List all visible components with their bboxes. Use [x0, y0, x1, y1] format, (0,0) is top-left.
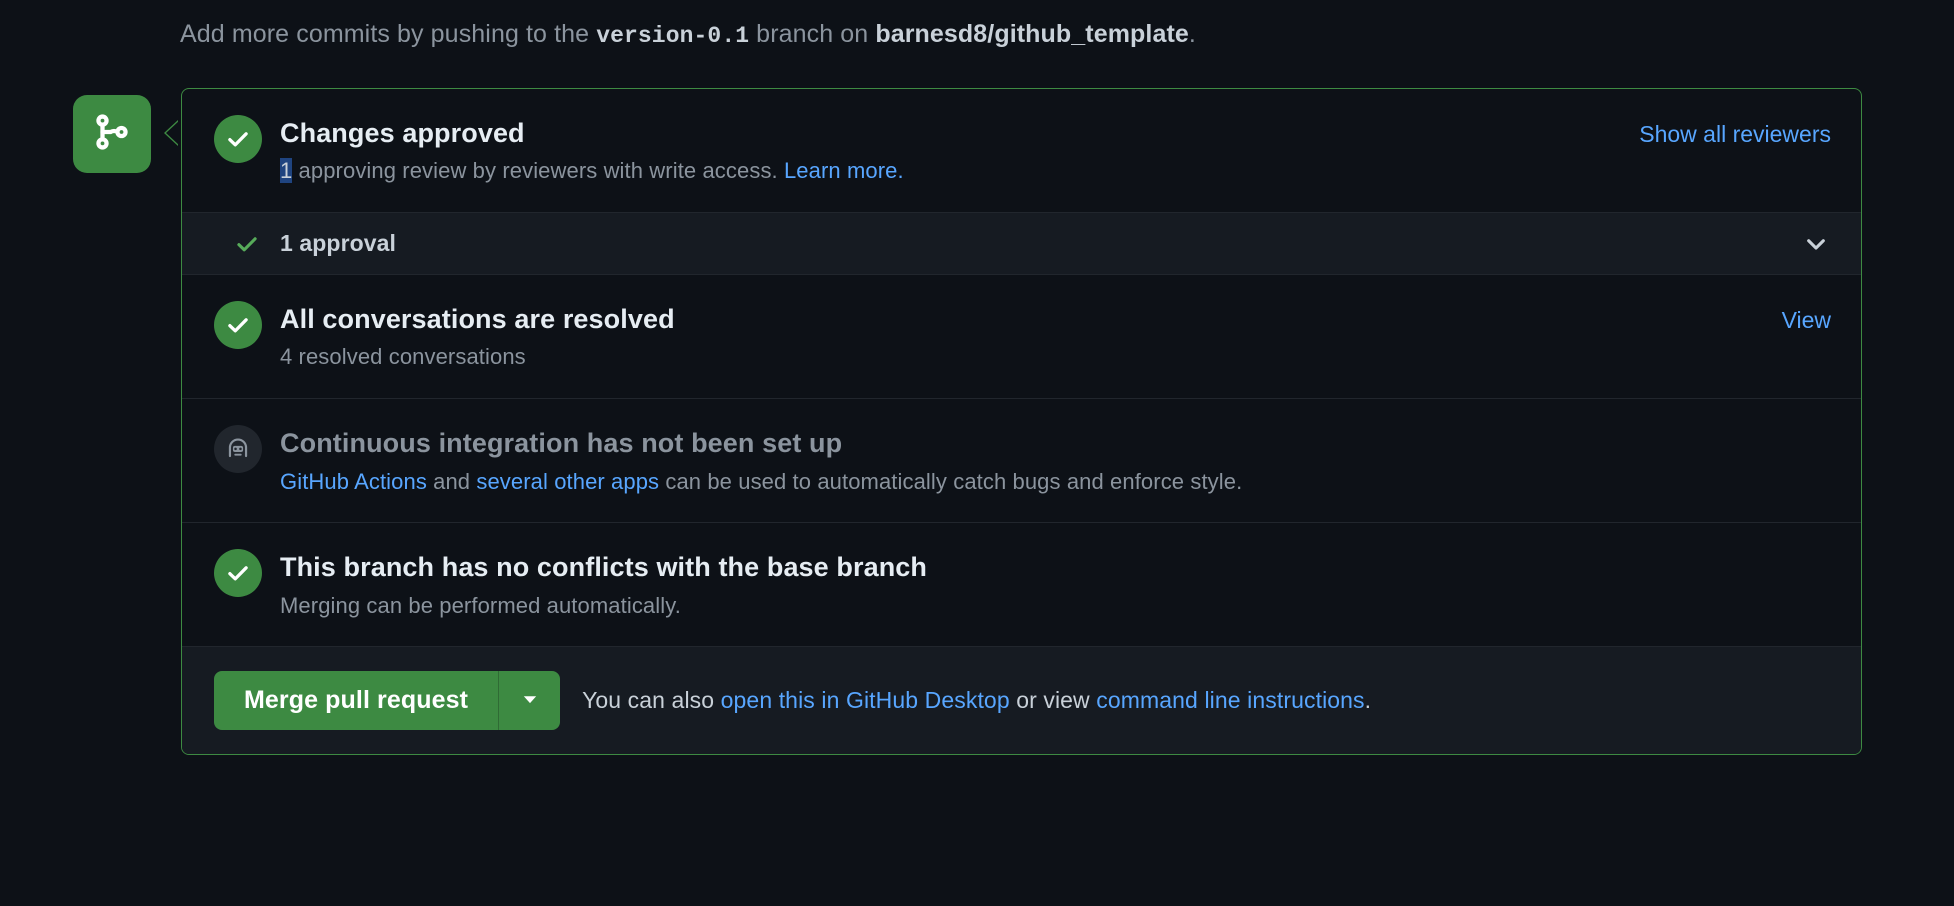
hint-suffix: .: [1188, 20, 1196, 48]
robot-icon: [214, 425, 262, 474]
conflicts-body: This branch has no conflicts with the ba…: [280, 549, 1831, 620]
ci-title: Continuous integration has not been set …: [280, 428, 843, 459]
pull-request-merge-box-page: Add more commits by pushing to the versi…: [0, 0, 1954, 906]
ci-body: Continuous integration has not been set …: [280, 425, 1831, 496]
approval-summary-row[interactable]: 1 approval: [182, 212, 1861, 275]
repository-name: barnesd8/github_template: [875, 20, 1189, 48]
push-more-commits-hint: Add more commits by pushing to the versi…: [180, 20, 1196, 49]
hint-prefix: Add more commits by pushing to the: [180, 20, 597, 48]
github-actions-link[interactable]: GitHub Actions: [280, 469, 427, 494]
note-middle: or view: [1009, 687, 1097, 714]
approval-count-label: 1 approval: [280, 230, 397, 257]
conflicts-icon-wrap: [214, 549, 262, 598]
merge-footer: Merge pull request You can also open thi…: [182, 646, 1861, 755]
open-in-github-desktop-link[interactable]: open this in GitHub Desktop: [721, 687, 1010, 713]
section-changes-approved: Changes approved 1 approving review by r…: [182, 89, 1861, 212]
ci-subtitle: GitHub Actions and several other apps ca…: [280, 467, 1831, 497]
show-all-reviewers-link[interactable]: Show all reviewers: [1639, 121, 1831, 147]
triangle-down-icon: [519, 688, 541, 713]
learn-more-link[interactable]: Learn more.: [784, 158, 904, 183]
ci-sub-middle: and: [426, 468, 477, 494]
conversations-subtitle: 4 resolved conversations: [280, 344, 526, 370]
conflicts-title: This branch has no conflicts with the ba…: [280, 552, 928, 583]
note-suffix: .: [1364, 687, 1372, 714]
approving-review-text: approving review by reviewers with write…: [292, 158, 784, 184]
conversations-icon-wrap: [214, 301, 262, 350]
chevron-down-icon[interactable]: [1801, 231, 1831, 257]
changes-approved-subtitle: 1 approving review by reviewers with wri…: [280, 156, 1619, 186]
approving-review-count: 1: [280, 158, 293, 184]
section-continuous-integration: Continuous integration has not been set …: [182, 398, 1861, 522]
check-circle-icon: [214, 115, 262, 163]
conversations-title: All conversations are resolved: [280, 304, 675, 335]
note-prefix: You can also: [582, 687, 721, 714]
git-branch-icon: [93, 113, 131, 156]
merge-state-badge: [73, 95, 151, 173]
view-conversations-link[interactable]: View: [1782, 307, 1831, 333]
changes-approved-action: Show all reviewers: [1639, 115, 1831, 148]
command-line-instructions-link[interactable]: command line instructions: [1096, 687, 1364, 713]
conversations-action: View: [1782, 301, 1831, 334]
ci-sub-rest: can be used to automatically catch bugs …: [659, 468, 1243, 494]
merge-options-dropdown-button[interactable]: [498, 671, 561, 731]
conflicts-subtitle: Merging can be performed automatically.: [280, 592, 681, 618]
merge-footer-note: You can also open this in GitHub Desktop…: [582, 687, 1371, 714]
merge-box-notch-fill: [166, 120, 180, 146]
merge-button-group: Merge pull request: [214, 671, 561, 731]
merge-box: Changes approved 1 approving review by r…: [181, 88, 1862, 756]
several-other-apps-link[interactable]: several other apps: [476, 469, 659, 494]
conversations-body: All conversations are resolved 4 resolve…: [280, 301, 1762, 372]
ci-icon-wrap: [214, 425, 262, 474]
changes-approved-body: Changes approved 1 approving review by r…: [280, 115, 1619, 186]
merge-pull-request-button[interactable]: Merge pull request: [214, 671, 499, 731]
check-circle-icon: [214, 549, 262, 598]
changes-approved-title: Changes approved: [280, 118, 525, 148]
branch-name: version-0.1: [596, 23, 750, 49]
check-circle-icon: [214, 301, 262, 350]
check-icon: [234, 231, 264, 257]
section-no-conflicts: This branch has no conflicts with the ba…: [182, 522, 1861, 646]
changes-approved-icon-wrap: [214, 115, 262, 163]
hint-middle: branch on: [749, 20, 876, 48]
section-conversations-resolved: All conversations are resolved 4 resolve…: [182, 274, 1861, 398]
